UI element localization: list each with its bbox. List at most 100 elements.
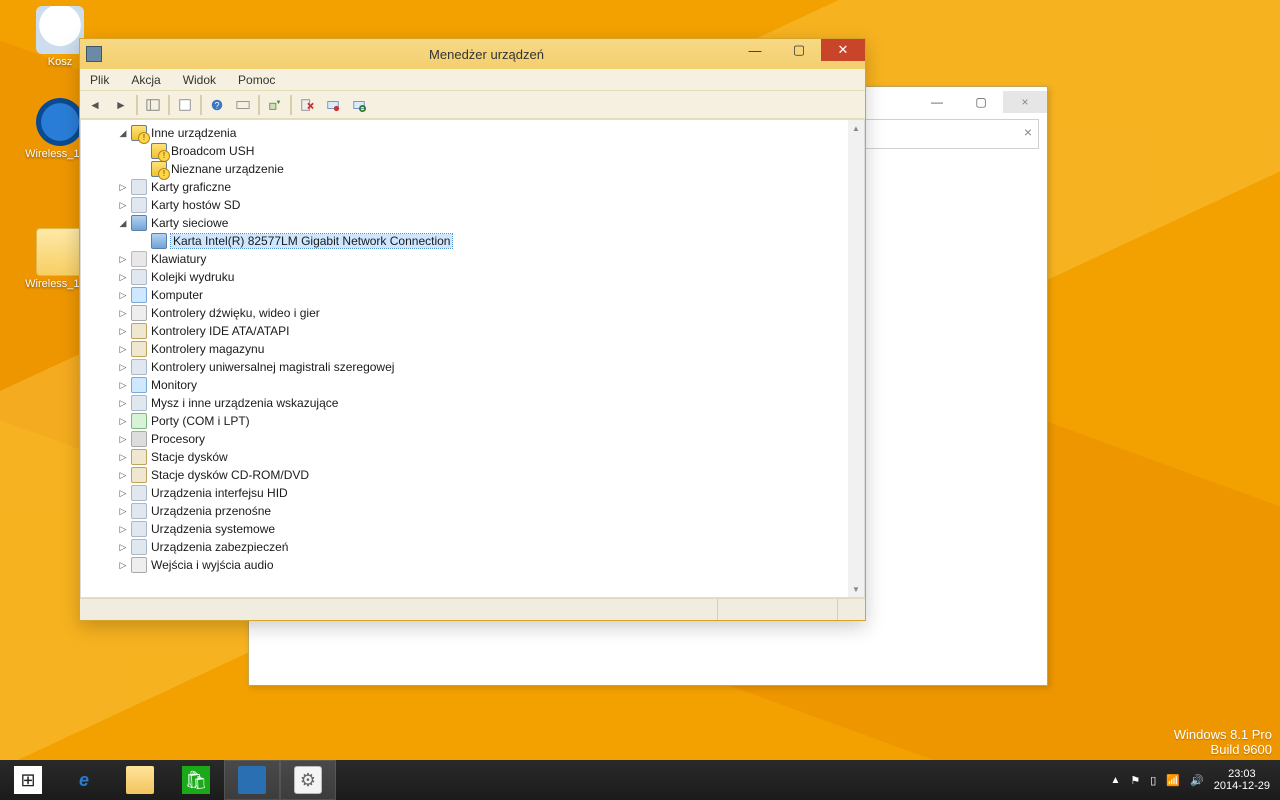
minimize-button[interactable]: — xyxy=(733,39,777,61)
forward-button[interactable]: ► xyxy=(110,94,132,116)
system-tray[interactable]: ▲ ⚑ ▯ 📶 🔊 23:03 2014-12-29 xyxy=(1106,760,1280,800)
taskbar-store[interactable]: 🛍 xyxy=(168,760,224,800)
expand-icon[interactable]: ▷ xyxy=(117,307,129,319)
tree-category[interactable]: ▷Mysz i inne urządzenia wskazujące xyxy=(81,394,848,412)
tree-category[interactable]: ▷ Karty graficzne xyxy=(81,178,848,196)
tree-item[interactable]: Nieznane urządzenie xyxy=(81,160,848,178)
device-tree[interactable]: ◢Inne urządzeniaBroadcom USHNieznane urz… xyxy=(80,119,865,598)
separator xyxy=(200,95,202,115)
titlebar[interactable]: Menedżer urządzeń — ▢ ✕ xyxy=(80,39,865,69)
update-driver-button[interactable] xyxy=(264,94,286,116)
tree-category[interactable]: ▷Komputer xyxy=(81,286,848,304)
scan-hardware-button[interactable] xyxy=(348,94,370,116)
scroll-down-button[interactable]: ▼ xyxy=(848,581,864,597)
collapse-icon[interactable]: ◢ xyxy=(117,127,129,139)
expand-icon[interactable]: ▷ xyxy=(117,397,129,409)
close-button[interactable]: × xyxy=(1003,91,1047,113)
tree-category[interactable]: ▷Kontrolery IDE ATA/ATAPI xyxy=(81,322,848,340)
taskbar-control-panel[interactable] xyxy=(224,760,280,800)
show-hide-tree-button[interactable] xyxy=(142,94,164,116)
tree-category[interactable]: ▷Urządzenia przenośne xyxy=(81,502,848,520)
menu-view[interactable]: Widok xyxy=(179,71,220,89)
disk-icon xyxy=(131,341,147,357)
taskbar-explorer[interactable] xyxy=(112,760,168,800)
scroll-up-button[interactable]: ▲ xyxy=(848,120,864,136)
tree-item-label: Karty graficzne xyxy=(151,180,231,194)
tree-category-network-adapters[interactable]: ◢Karty sieciowe xyxy=(81,214,848,232)
tree-category[interactable]: ▷Stacje dysków xyxy=(81,448,848,466)
expand-icon[interactable]: ▷ xyxy=(117,361,129,373)
expand-icon[interactable]: ▷ xyxy=(117,487,129,499)
expand-icon[interactable]: ▷ xyxy=(117,199,129,211)
tray-overflow-icon[interactable]: ▲ xyxy=(1110,775,1120,786)
tree-category[interactable]: ▷Porty (COM i LPT) xyxy=(81,412,848,430)
disable-button[interactable] xyxy=(322,94,344,116)
minimize-button[interactable]: — xyxy=(915,91,959,113)
expand-icon[interactable]: ▷ xyxy=(117,469,129,481)
aud-icon xyxy=(131,557,147,573)
tree-category[interactable]: ▷Kontrolery uniwersalnej magistrali szer… xyxy=(81,358,848,376)
aud-icon xyxy=(131,305,147,321)
tree-category[interactable]: ▷ Urządzenia interfejsu HID xyxy=(81,484,848,502)
warn-icon xyxy=(151,161,167,177)
tree-category[interactable]: ▷Wejścia i wyjścia audio xyxy=(81,556,848,574)
tree-category[interactable]: ▷ Stacje dysków CD-ROM/DVD xyxy=(81,466,848,484)
tree-category[interactable]: ▷Karty hostów SD xyxy=(81,196,848,214)
tree-category[interactable]: ▷Kontrolery magazynu xyxy=(81,340,848,358)
tree-spacer xyxy=(137,163,149,175)
battery-icon[interactable]: ▯ xyxy=(1150,774,1156,787)
tree-item[interactable]: Broadcom USH xyxy=(81,142,848,160)
expand-icon[interactable]: ▷ xyxy=(117,523,129,535)
back-button[interactable]: ◄ xyxy=(84,94,106,116)
tree-category[interactable]: ▷Monitory xyxy=(81,376,848,394)
tree-category[interactable]: ▷Urządzenia zabezpieczeń xyxy=(81,538,848,556)
clear-icon[interactable]: × xyxy=(1024,124,1032,140)
scrollbar[interactable]: ▲ ▼ xyxy=(848,120,864,597)
menu-file[interactable]: Plik xyxy=(86,71,113,89)
volume-icon[interactable]: 🔊 xyxy=(1190,774,1204,787)
maximize-button[interactable]: ▢ xyxy=(959,91,1003,113)
tree-item-label: Klawiatury xyxy=(151,252,206,266)
menu-help[interactable]: Pomoc xyxy=(234,71,279,89)
network-icon[interactable]: 📶 xyxy=(1166,774,1180,787)
taskbar: ⊞ e 🛍 ⚙ ▲ ⚑ ▯ 📶 🔊 23:03 2014-12-29 xyxy=(0,760,1280,800)
tree-item-label: Stacje dysków CD-ROM/DVD xyxy=(151,468,309,482)
expand-icon[interactable]: ▷ xyxy=(117,379,129,391)
tree-category[interactable]: ▷Kolejki wydruku xyxy=(81,268,848,286)
tree-category[interactable]: ▷Urządzenia systemowe xyxy=(81,520,848,538)
expand-icon[interactable]: ▷ xyxy=(117,451,129,463)
tree-category[interactable]: ▷Kontrolery dźwięku, wideo i gier xyxy=(81,304,848,322)
tree-item-network-selected[interactable]: Karta Intel(R) 82577LM Gigabit Network C… xyxy=(81,232,848,250)
expand-icon[interactable]: ▷ xyxy=(117,559,129,571)
expand-icon[interactable]: ▷ xyxy=(117,325,129,337)
tree-item-label: Urządzenia interfejsu HID xyxy=(151,486,288,500)
uninstall-button[interactable] xyxy=(296,94,318,116)
tree-category-other-devices[interactable]: ◢Inne urządzenia xyxy=(81,124,848,142)
cpu-icon xyxy=(131,431,147,447)
taskbar-ie[interactable]: e xyxy=(56,760,112,800)
expand-icon[interactable]: ▷ xyxy=(117,415,129,427)
maximize-button[interactable]: ▢ xyxy=(777,39,821,61)
tree-category[interactable]: ▷ Klawiatury xyxy=(81,250,848,268)
expand-icon[interactable]: ▷ xyxy=(117,271,129,283)
expand-icon[interactable]: ▷ xyxy=(117,253,129,265)
expand-icon[interactable]: ▷ xyxy=(117,343,129,355)
close-button[interactable]: ✕ xyxy=(821,39,865,61)
other-icon xyxy=(131,395,147,411)
expand-icon[interactable]: ▷ xyxy=(117,289,129,301)
tree-category[interactable]: ▷Procesory xyxy=(81,430,848,448)
clock[interactable]: 23:03 2014-12-29 xyxy=(1214,768,1270,792)
properties-button[interactable] xyxy=(174,94,196,116)
collapse-icon[interactable]: ◢ xyxy=(117,217,129,229)
menu-action[interactable]: Akcja xyxy=(127,71,164,89)
expand-icon[interactable]: ▷ xyxy=(117,433,129,445)
toolbar-button[interactable] xyxy=(232,94,254,116)
flag-icon[interactable]: ⚑ xyxy=(1130,774,1140,787)
expand-icon[interactable]: ▷ xyxy=(117,541,129,553)
help-button[interactable]: ? xyxy=(206,94,228,116)
expand-icon[interactable]: ▷ xyxy=(117,505,129,517)
start-button[interactable]: ⊞ xyxy=(0,760,56,800)
expand-icon[interactable]: ▷ xyxy=(117,181,129,193)
taskbar-device-manager[interactable]: ⚙ xyxy=(280,760,336,800)
clock-date: 2014-12-29 xyxy=(1214,780,1270,792)
